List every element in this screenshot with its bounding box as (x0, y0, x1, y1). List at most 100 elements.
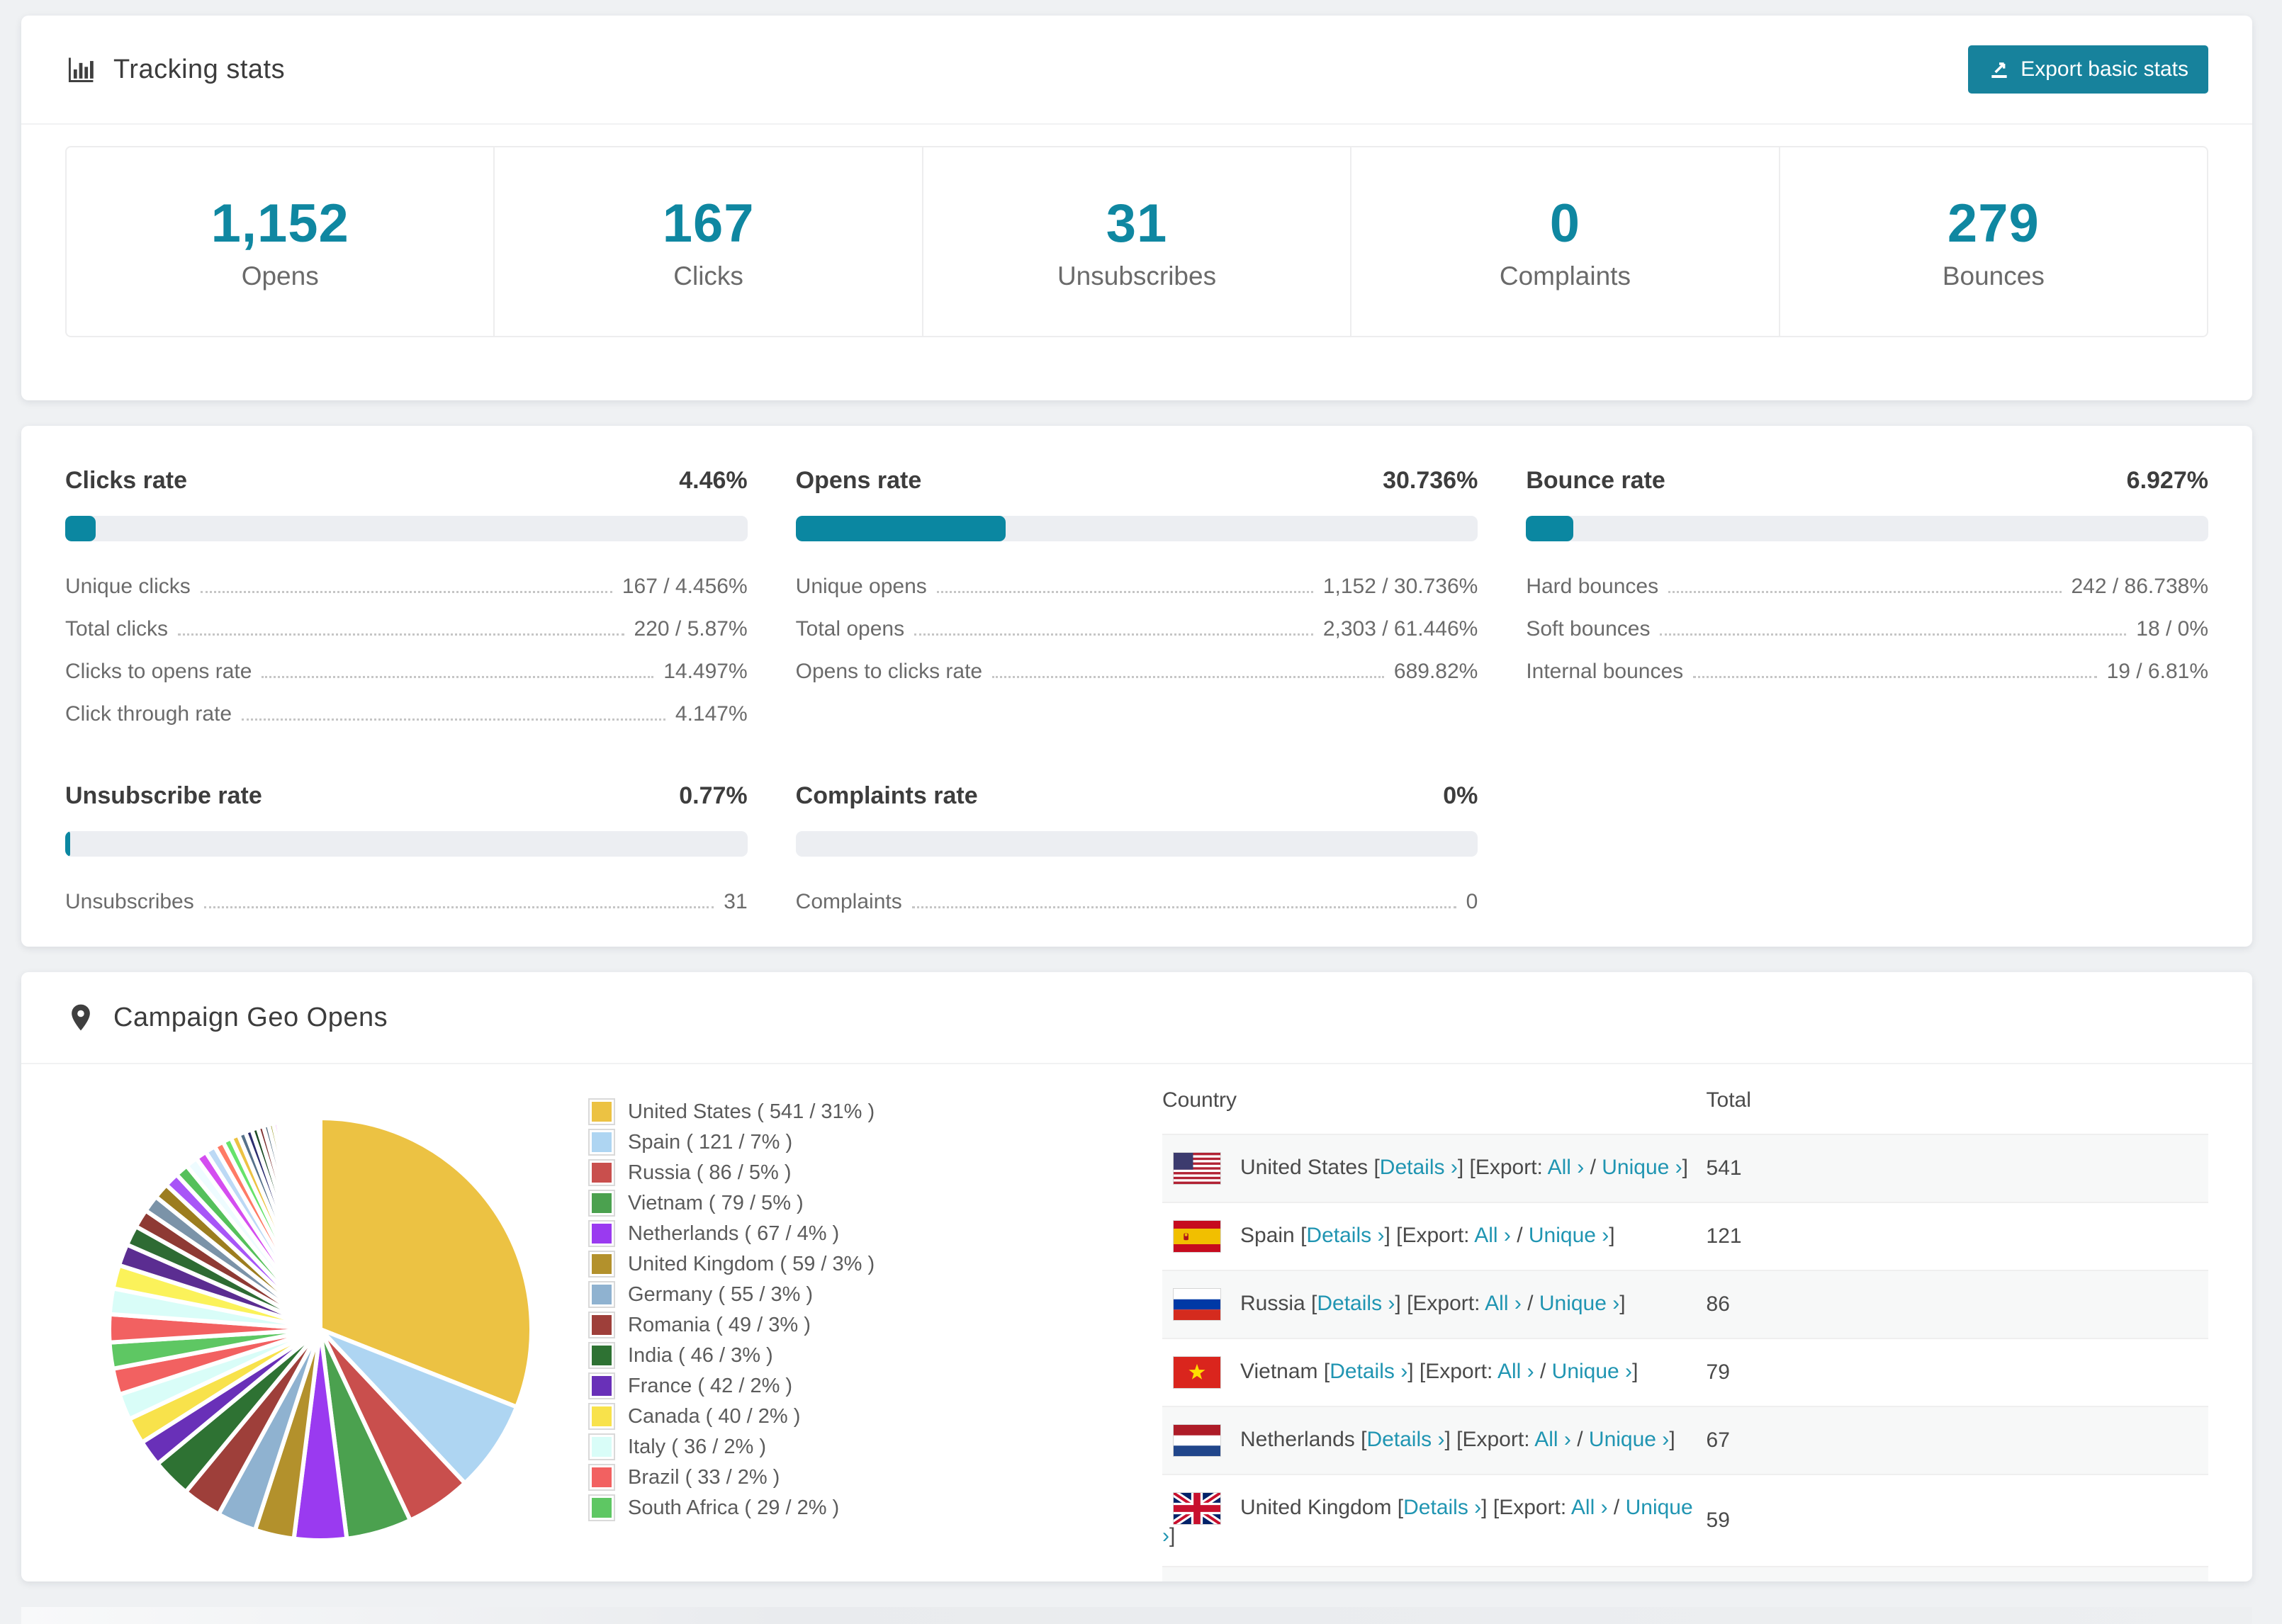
rate-detail-value: 220 / 5.87% (634, 617, 748, 641)
summary-stat-clicks: 167 Clicks (493, 147, 921, 336)
flag-icon-nl (1173, 1424, 1221, 1457)
page-bottom-strip (21, 1607, 2252, 1624)
legend-label: India ( 46 / 3% ) (628, 1343, 773, 1367)
column-header-country: Country (1162, 1088, 1237, 1112)
legend-swatch (588, 1433, 615, 1460)
export-all-link[interactable]: All › (1497, 1360, 1534, 1383)
legend-item: Brazil ( 33 / 2% ) (588, 1464, 1029, 1491)
rate-detail-value: 689.82% (1393, 660, 1478, 683)
rate-detail-label: Total clicks (65, 617, 169, 641)
legend-swatch (588, 1403, 615, 1430)
export-basic-stats-button[interactable]: Export basic stats (1968, 45, 2208, 94)
dotted-leader (200, 591, 612, 593)
dotted-leader (178, 633, 624, 636)
stat-label: Unsubscribes (1057, 261, 1217, 291)
legend-item: Canada ( 40 / 2% ) (588, 1403, 1029, 1430)
rate-detail-row: Unique clicks 167 / 4.456% (65, 565, 748, 608)
export-unique-link[interactable]: Unique › (1602, 1156, 1682, 1179)
export-all-link[interactable]: All › (1571, 1496, 1608, 1519)
tracking-stats-header: Tracking stats Export basic stats (21, 16, 2252, 125)
geo-title: Campaign Geo Opens (113, 1002, 388, 1032)
rate-detail-row: Internal bounces 19 / 6.81% (1526, 650, 2208, 693)
details-link[interactable]: Details › (1403, 1496, 1481, 1519)
rate-detail-value: 19 / 6.81% (2106, 660, 2208, 683)
country-total: 121 (1706, 1224, 1742, 1248)
dotted-leader (1660, 633, 2127, 636)
export-all-link[interactable]: All › (1474, 1224, 1511, 1247)
legend-label: Canada ( 40 / 2% ) (628, 1404, 801, 1428)
export-all-link[interactable]: All › (1548, 1156, 1585, 1179)
details-link[interactable]: Details › (1366, 1428, 1444, 1451)
export-unique-link[interactable]: Unique › (1529, 1224, 1609, 1247)
rate-detail-label: Internal bounces (1526, 660, 1684, 683)
rate-detail-label: Complaints (795, 890, 902, 913)
progress-bar (795, 831, 1478, 857)
legend-label: Italy ( 36 / 2% ) (628, 1435, 767, 1458)
rate-value: 4.46% (679, 467, 748, 494)
export-unique-link[interactable]: Unique › (1552, 1360, 1632, 1383)
rate-title: Bounce rate (1526, 467, 1665, 494)
stat-label: Clicks (673, 261, 743, 291)
export-unique-link[interactable]: Unique › (1539, 1292, 1619, 1315)
stat-label: Complaints (1499, 261, 1631, 291)
stat-value: 0 (1549, 193, 1581, 254)
details-link[interactable]: Details › (1306, 1224, 1384, 1247)
rate-panel-complaints-rate: Complaints rate 0% Complaints 0 (795, 782, 1478, 923)
country-total: 86 (1706, 1292, 1730, 1316)
rate-detail-value: 2,303 / 61.446% (1322, 617, 1478, 641)
progress-bar (65, 831, 748, 857)
legend-label: Netherlands ( 67 / 4% ) (628, 1222, 840, 1245)
export-all-link[interactable]: All › (1485, 1292, 1522, 1315)
table-row-us: United States [Details ›] [Export: All ›… (1162, 1134, 2208, 1202)
export-all-link[interactable]: All › (1534, 1428, 1571, 1451)
flag-icon-us (1173, 1152, 1221, 1185)
legend-item: Romania ( 49 / 3% ) (588, 1312, 1029, 1338)
rate-detail-value: 31 (724, 890, 748, 913)
page-title: Tracking stats (113, 54, 286, 84)
rate-detail-row: Total opens 2,303 / 61.446% (796, 608, 1478, 650)
summary-stats-row: 1,152 Opens 167 Clicks 31 Unsubscribes 0 Compla… (65, 146, 2208, 337)
rate-detail-value: 18 / 0% (2136, 617, 2208, 641)
table-row-nl: Netherlands [Details ›] [Export: All › /… (1162, 1406, 2208, 1474)
legend-item: United States ( 541 / 31% ) (588, 1098, 1029, 1125)
export-prefix: Export: (1462, 1427, 1530, 1451)
rate-detail-label: Clicks to opens rate (65, 660, 252, 683)
details-link[interactable]: Details › (1317, 1292, 1395, 1315)
country-name: United States (1240, 1155, 1368, 1179)
rate-detail-row: Opens to clicks rate 689.82% (796, 650, 1478, 693)
export-icon (1991, 62, 2007, 78)
country-total: 59 (1706, 1509, 1730, 1532)
summary-stat-bounces: 279 Bounces (1778, 147, 2207, 336)
rate-detail-label: Hard bounces (1526, 575, 1659, 598)
progress-bar (795, 516, 1478, 541)
legend-swatch (588, 1281, 615, 1308)
column-header-total: Total (1706, 1088, 1751, 1112)
country-total: 541 (1706, 1156, 1742, 1180)
details-link[interactable]: Details › (1380, 1156, 1458, 1179)
legend-swatch (588, 1312, 615, 1338)
legend-item: Russia ( 86 / 5% ) (588, 1159, 1029, 1186)
rate-detail-value: 0 (1466, 890, 1478, 913)
summary-stat-opens: 1,152 Opens (67, 147, 493, 336)
progress-bar (1526, 516, 2208, 541)
rate-detail-label: Unsubscribes (65, 890, 194, 913)
rate-title: Opens rate (795, 467, 922, 494)
table-row-gb: United Kingdom [Details ›] [Export: All … (1162, 1474, 2208, 1567)
rate-value: 0% (1443, 782, 1478, 809)
page: Tracking stats Export basic stats 1,152 O… (0, 0, 2282, 1624)
legend-swatch (588, 1098, 615, 1125)
legend-swatch (588, 1190, 615, 1217)
rate-detail-row: Soft bounces 18 / 0% (1526, 608, 2208, 650)
table-row-es: Spain [Details ›] [Export: All › / Uniqu… (1162, 1202, 2208, 1270)
export-prefix: Export: (1402, 1223, 1470, 1247)
dotted-leader (911, 906, 1456, 908)
export-unique-link[interactable]: Unique › (1589, 1428, 1669, 1451)
geo-pie-chart[interactable] (65, 1064, 590, 1581)
rate-detail-row: Clicks to opens rate 14.497% (65, 650, 748, 693)
details-link[interactable]: Details › (1330, 1360, 1407, 1383)
dotted-leader (914, 633, 1313, 636)
summary-stat-complaints: 0 Complaints (1350, 147, 1778, 336)
legend-swatch (588, 1129, 615, 1156)
stat-value: 167 (662, 193, 755, 254)
stat-value: 1,152 (210, 193, 349, 254)
